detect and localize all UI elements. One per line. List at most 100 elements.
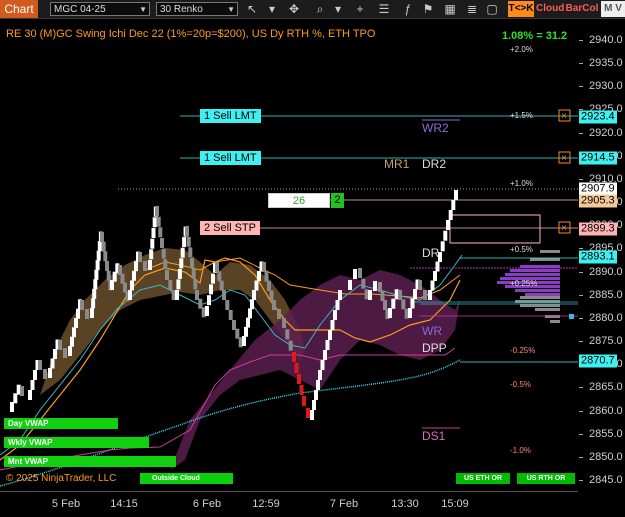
- sell-lmt-order-2[interactable]: 1 Sell LMT: [200, 151, 261, 165]
- renko-brick: [348, 280, 352, 290]
- level-minus-0-5: -0.5%: [510, 380, 531, 389]
- renko-brick: [33, 370, 37, 380]
- pivot-ds1: DS1: [422, 429, 446, 443]
- renko-brick: [246, 317, 250, 328]
- zoom-dropdown-icon[interactable]: ▾: [330, 1, 346, 17]
- renko-brick: [254, 280, 259, 291]
- time-label: 5 Feb: [51, 498, 81, 510]
- price-tick-label: 2875.0: [589, 335, 623, 348]
- renko-brick: [100, 232, 104, 242]
- price-tick-mark: [579, 480, 583, 481]
- price-tick-mark: [579, 63, 583, 65]
- renko-brick: [430, 280, 435, 291]
- price-tick-label: 2865.0: [589, 381, 623, 394]
- barcol-button[interactable]: BarCol: [565, 1, 599, 17]
- renko-brick: [446, 220, 450, 230]
- level-minus-1: -1.0%: [510, 446, 531, 455]
- renko-brick: [433, 271, 437, 281]
- cloud-button[interactable]: Cloud: [536, 1, 564, 17]
- table-icon[interactable]: ▦: [442, 1, 458, 17]
- price-tick-mark: [579, 86, 583, 88]
- renko-brick: [353, 269, 357, 279]
- renko-brick: [105, 261, 109, 271]
- renko-brick: [91, 298, 96, 309]
- price-tick-mark: [579, 387, 583, 389]
- renko-brick: [143, 261, 147, 271]
- renko-brick: [106, 270, 111, 281]
- pan-icon[interactable]: ✥: [286, 1, 302, 17]
- price-tick-mark: [579, 40, 583, 41]
- renko-brick: [320, 360, 325, 370]
- sell-stp-order[interactable]: 2 Sell STP: [200, 221, 260, 235]
- renko-brick: [53, 349, 57, 359]
- renko-brick: [451, 200, 456, 210]
- renko-brick: [195, 290, 199, 300]
- m-button[interactable]: M V: [601, 1, 625, 17]
- price-tick-mark: [579, 433, 583, 435]
- renko-brick: [338, 290, 342, 300]
- renko-brick: [80, 300, 84, 310]
- magnify-icon[interactable]: ▾: [264, 1, 280, 17]
- properties-icon[interactable]: ≣: [464, 1, 480, 17]
- price-tick-label: 2850.0: [589, 450, 623, 463]
- zoom-icon[interactable]: ⌕: [312, 1, 328, 17]
- renko-brick: [205, 306, 209, 316]
- chart-title-tab[interactable]: Chart: [0, 0, 38, 18]
- renko-brick: [388, 308, 392, 318]
- renko-brick: [330, 320, 335, 330]
- renko-brick: [250, 299, 254, 310]
- renko-brick: [217, 271, 222, 282]
- period-selector[interactable]: 30 Renko ▼: [156, 2, 238, 16]
- close-icon: ×: [561, 111, 567, 122]
- level-plus-1-5: +1.5%: [510, 111, 533, 120]
- price-tick-label: 2860.0: [589, 404, 623, 417]
- renko-brick: [74, 318, 78, 328]
- renko-brick: [368, 290, 372, 300]
- price-tick-label: 2855.0: [589, 427, 623, 440]
- cursor-icon[interactable]: ↖: [244, 1, 260, 17]
- template-icon[interactable]: ▢: [484, 1, 500, 17]
- renko-brick: [328, 330, 332, 340]
- level-minus-0-25: -0.25%: [510, 346, 536, 355]
- time-label: 14:15: [110, 498, 138, 510]
- renko-brick: [188, 247, 193, 258]
- instrument-selector[interactable]: MGC 04-25 ▼: [50, 2, 150, 16]
- tk-button[interactable]: T<>K: [508, 1, 534, 17]
- renko-brick: [282, 318, 286, 328]
- renko-brick: [20, 386, 24, 396]
- stats-icon[interactable]: ƒ: [400, 1, 416, 17]
- renko-brick: [96, 250, 101, 261]
- renko-brick: [48, 368, 52, 378]
- price-tick-mark: [579, 178, 583, 180]
- renko-brick: [161, 248, 166, 259]
- renko-brick: [225, 300, 230, 310]
- zone-rectangle: [449, 214, 541, 244]
- outside-cloud-label: Outside Cloud: [140, 473, 233, 484]
- renko-brick: [269, 290, 274, 301]
- chart-toolbar: Chart MGC 04-25 ▼ 30 Renko ▼ ↖ ▾ ✥ ⌕ ▾ + ☰…: [0, 0, 625, 19]
- pivot-dpp: DPP: [422, 341, 447, 355]
- pivot-mr1: MR1: [384, 157, 410, 171]
- renko-brick: [152, 217, 157, 228]
- crosshair-icon[interactable]: +: [352, 1, 368, 17]
- sell-lmt-order-1[interactable]: 1 Sell LMT: [200, 109, 261, 123]
- draw-icon[interactable]: ☰: [376, 1, 392, 17]
- position-pnl[interactable]: 26: [268, 193, 330, 208]
- renko-brick: [198, 298, 203, 309]
- renko-brick: [149, 249, 154, 260]
- renko-brick: [158, 227, 163, 238]
- price-tick-mark: [579, 271, 583, 273]
- renko-brick: [168, 280, 173, 290]
- position-count[interactable]: 2: [331, 193, 344, 208]
- renko-brick: [310, 410, 314, 420]
- renko-brick: [262, 262, 266, 272]
- price-tick-mark: [579, 294, 583, 296]
- strategy-icon[interactable]: ⚑: [420, 1, 436, 17]
- pivot-wr2: WR2: [422, 121, 449, 135]
- renko-brick: [380, 291, 385, 301]
- renko-brick: [148, 260, 152, 270]
- renko-brick: [361, 278, 366, 289]
- renko-brick: [95, 260, 100, 271]
- renko-brick: [175, 290, 179, 300]
- renko-brick: [302, 396, 306, 406]
